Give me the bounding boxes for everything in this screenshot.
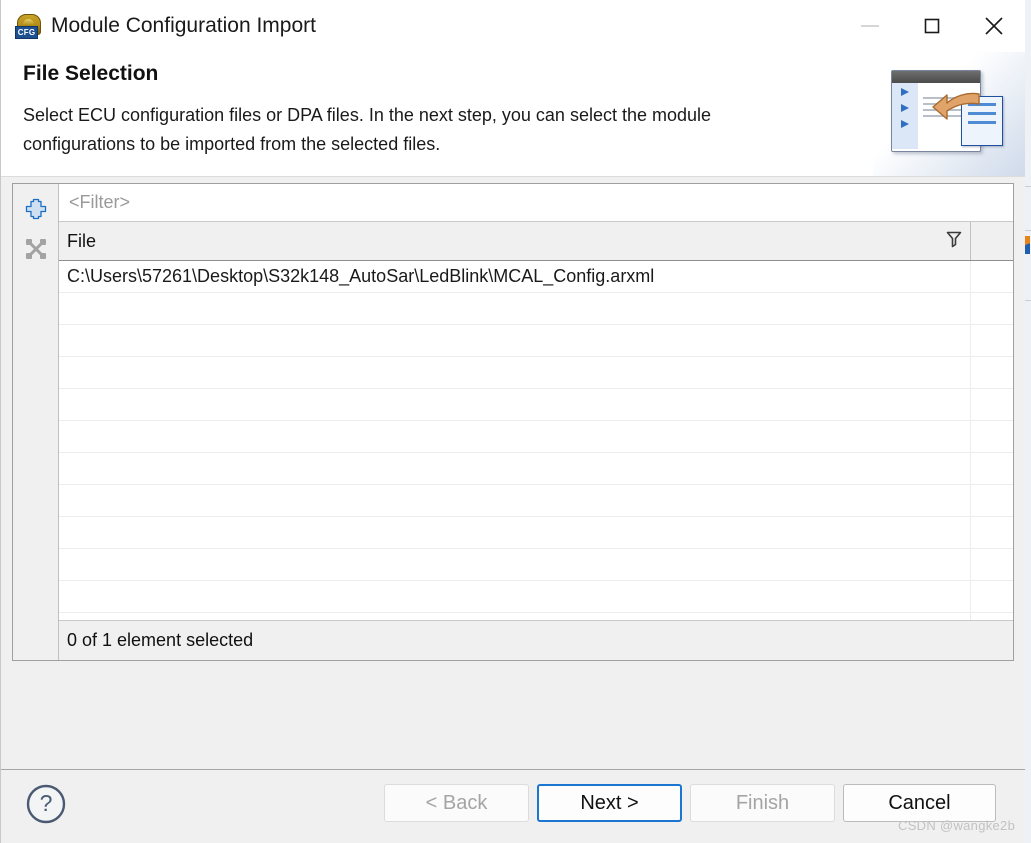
dialog-content: File C:\Users\57261\Desktop\S32k148_Auto…: [1, 177, 1025, 769]
table-cell-file: [59, 356, 971, 389]
table-cell-file: C:\Users\57261\Desktop\S32k148_AutoSar\L…: [59, 261, 971, 293]
cfg-badge-label: CFG: [15, 26, 38, 39]
remove-icon: [24, 237, 48, 266]
table-cell-file: [59, 580, 971, 613]
banner-import-arrow-icon: [932, 92, 980, 120]
dialog-button-bar: ? < Back Next > Finish Cancel: [1, 769, 1025, 843]
table-cell-file: [59, 388, 971, 421]
column-header-spacer: [971, 222, 1013, 260]
table-cell-spacer: [971, 421, 1013, 453]
table-cell-spacer: [971, 485, 1013, 517]
table-cell-file: [59, 292, 971, 325]
module-configuration-import-dialog: CFG Module Configuration Import File Sel…: [0, 0, 1025, 843]
close-icon: [983, 15, 1005, 37]
finish-button[interactable]: Finish: [690, 784, 835, 822]
table-cell-spacer: [971, 453, 1013, 485]
cfg-module-icon: CFG: [15, 13, 41, 39]
remove-file-button[interactable]: [13, 231, 59, 271]
import-wizard-banner: [873, 52, 1025, 176]
next-button[interactable]: Next >: [537, 784, 682, 822]
table-row[interactable]: [59, 612, 1013, 621]
svg-text:?: ?: [40, 790, 53, 816]
close-button[interactable]: [963, 0, 1025, 52]
table-cell-file: [59, 612, 971, 620]
file-table-toolbar: [13, 184, 59, 660]
table-cell-spacer: [971, 389, 1013, 421]
table-row[interactable]: [59, 292, 1013, 325]
background-window-accent: [1025, 236, 1030, 254]
maximize-icon: [923, 17, 941, 35]
table-cell-spacer: [971, 357, 1013, 389]
table-cell-file: [59, 420, 971, 453]
page-description: Select ECU configuration files or DPA fi…: [23, 105, 712, 154]
table-row[interactable]: [59, 324, 1013, 357]
table-row[interactable]: [59, 580, 1013, 613]
table-cell-spacer: [971, 517, 1013, 549]
table-cell-file: [59, 324, 971, 357]
table-cell-spacer: [971, 293, 1013, 325]
table-row[interactable]: [59, 452, 1013, 485]
table-cell-file: [59, 548, 971, 581]
file-table-panel: File C:\Users\57261\Desktop\S32k148_Auto…: [12, 183, 1014, 661]
add-icon: [24, 197, 48, 226]
table-row[interactable]: C:\Users\57261\Desktop\S32k148_AutoSar\L…: [59, 261, 1013, 293]
table-cell-spacer: [971, 581, 1013, 613]
table-column-header: File: [59, 222, 1013, 261]
back-button[interactable]: < Back: [384, 784, 529, 822]
column-header-file-label: File: [67, 230, 97, 251]
filter-input[interactable]: [67, 191, 1013, 214]
table-cell-spacer: [971, 613, 1013, 621]
minimize-button[interactable]: [839, 0, 901, 52]
table-cell-file: [59, 516, 971, 549]
table-cell-spacer: [971, 325, 1013, 357]
column-header-file[interactable]: File: [59, 222, 971, 260]
help-icon[interactable]: ?: [25, 783, 67, 830]
funnel-icon[interactable]: [946, 230, 962, 253]
table-row[interactable]: [59, 420, 1013, 453]
window-controls: [839, 0, 1025, 52]
table-cell-spacer: [971, 549, 1013, 581]
table-row[interactable]: [59, 484, 1013, 517]
add-file-button[interactable]: [13, 191, 59, 231]
cancel-button[interactable]: Cancel: [843, 784, 996, 822]
filter-row: [59, 184, 1013, 222]
table-cell-spacer: [971, 261, 1013, 293]
watermark: CSDN @wangke2b: [898, 818, 1016, 833]
wizard-header: File Selection Select ECU configuration …: [1, 52, 1025, 177]
maximize-button[interactable]: [901, 0, 963, 52]
window-title: Module Configuration Import: [51, 14, 316, 37]
wizard-buttons: < Back Next > Finish Cancel: [384, 784, 996, 822]
minimize-icon: [859, 20, 881, 32]
table-row[interactable]: [59, 516, 1013, 549]
table-rows: C:\Users\57261\Desktop\S32k148_AutoSar\L…: [59, 261, 1013, 620]
table-cell-file: [59, 484, 971, 517]
table-row[interactable]: [59, 388, 1013, 421]
table-row[interactable]: [59, 356, 1013, 389]
table-cell-file: [59, 452, 971, 485]
file-table: File C:\Users\57261\Desktop\S32k148_Auto…: [59, 184, 1013, 660]
table-row[interactable]: [59, 548, 1013, 581]
background-window-sliver: [1024, 0, 1031, 843]
title-bar: CFG Module Configuration Import: [1, 0, 1025, 52]
selection-status: 0 of 1 element selected: [59, 620, 1013, 660]
